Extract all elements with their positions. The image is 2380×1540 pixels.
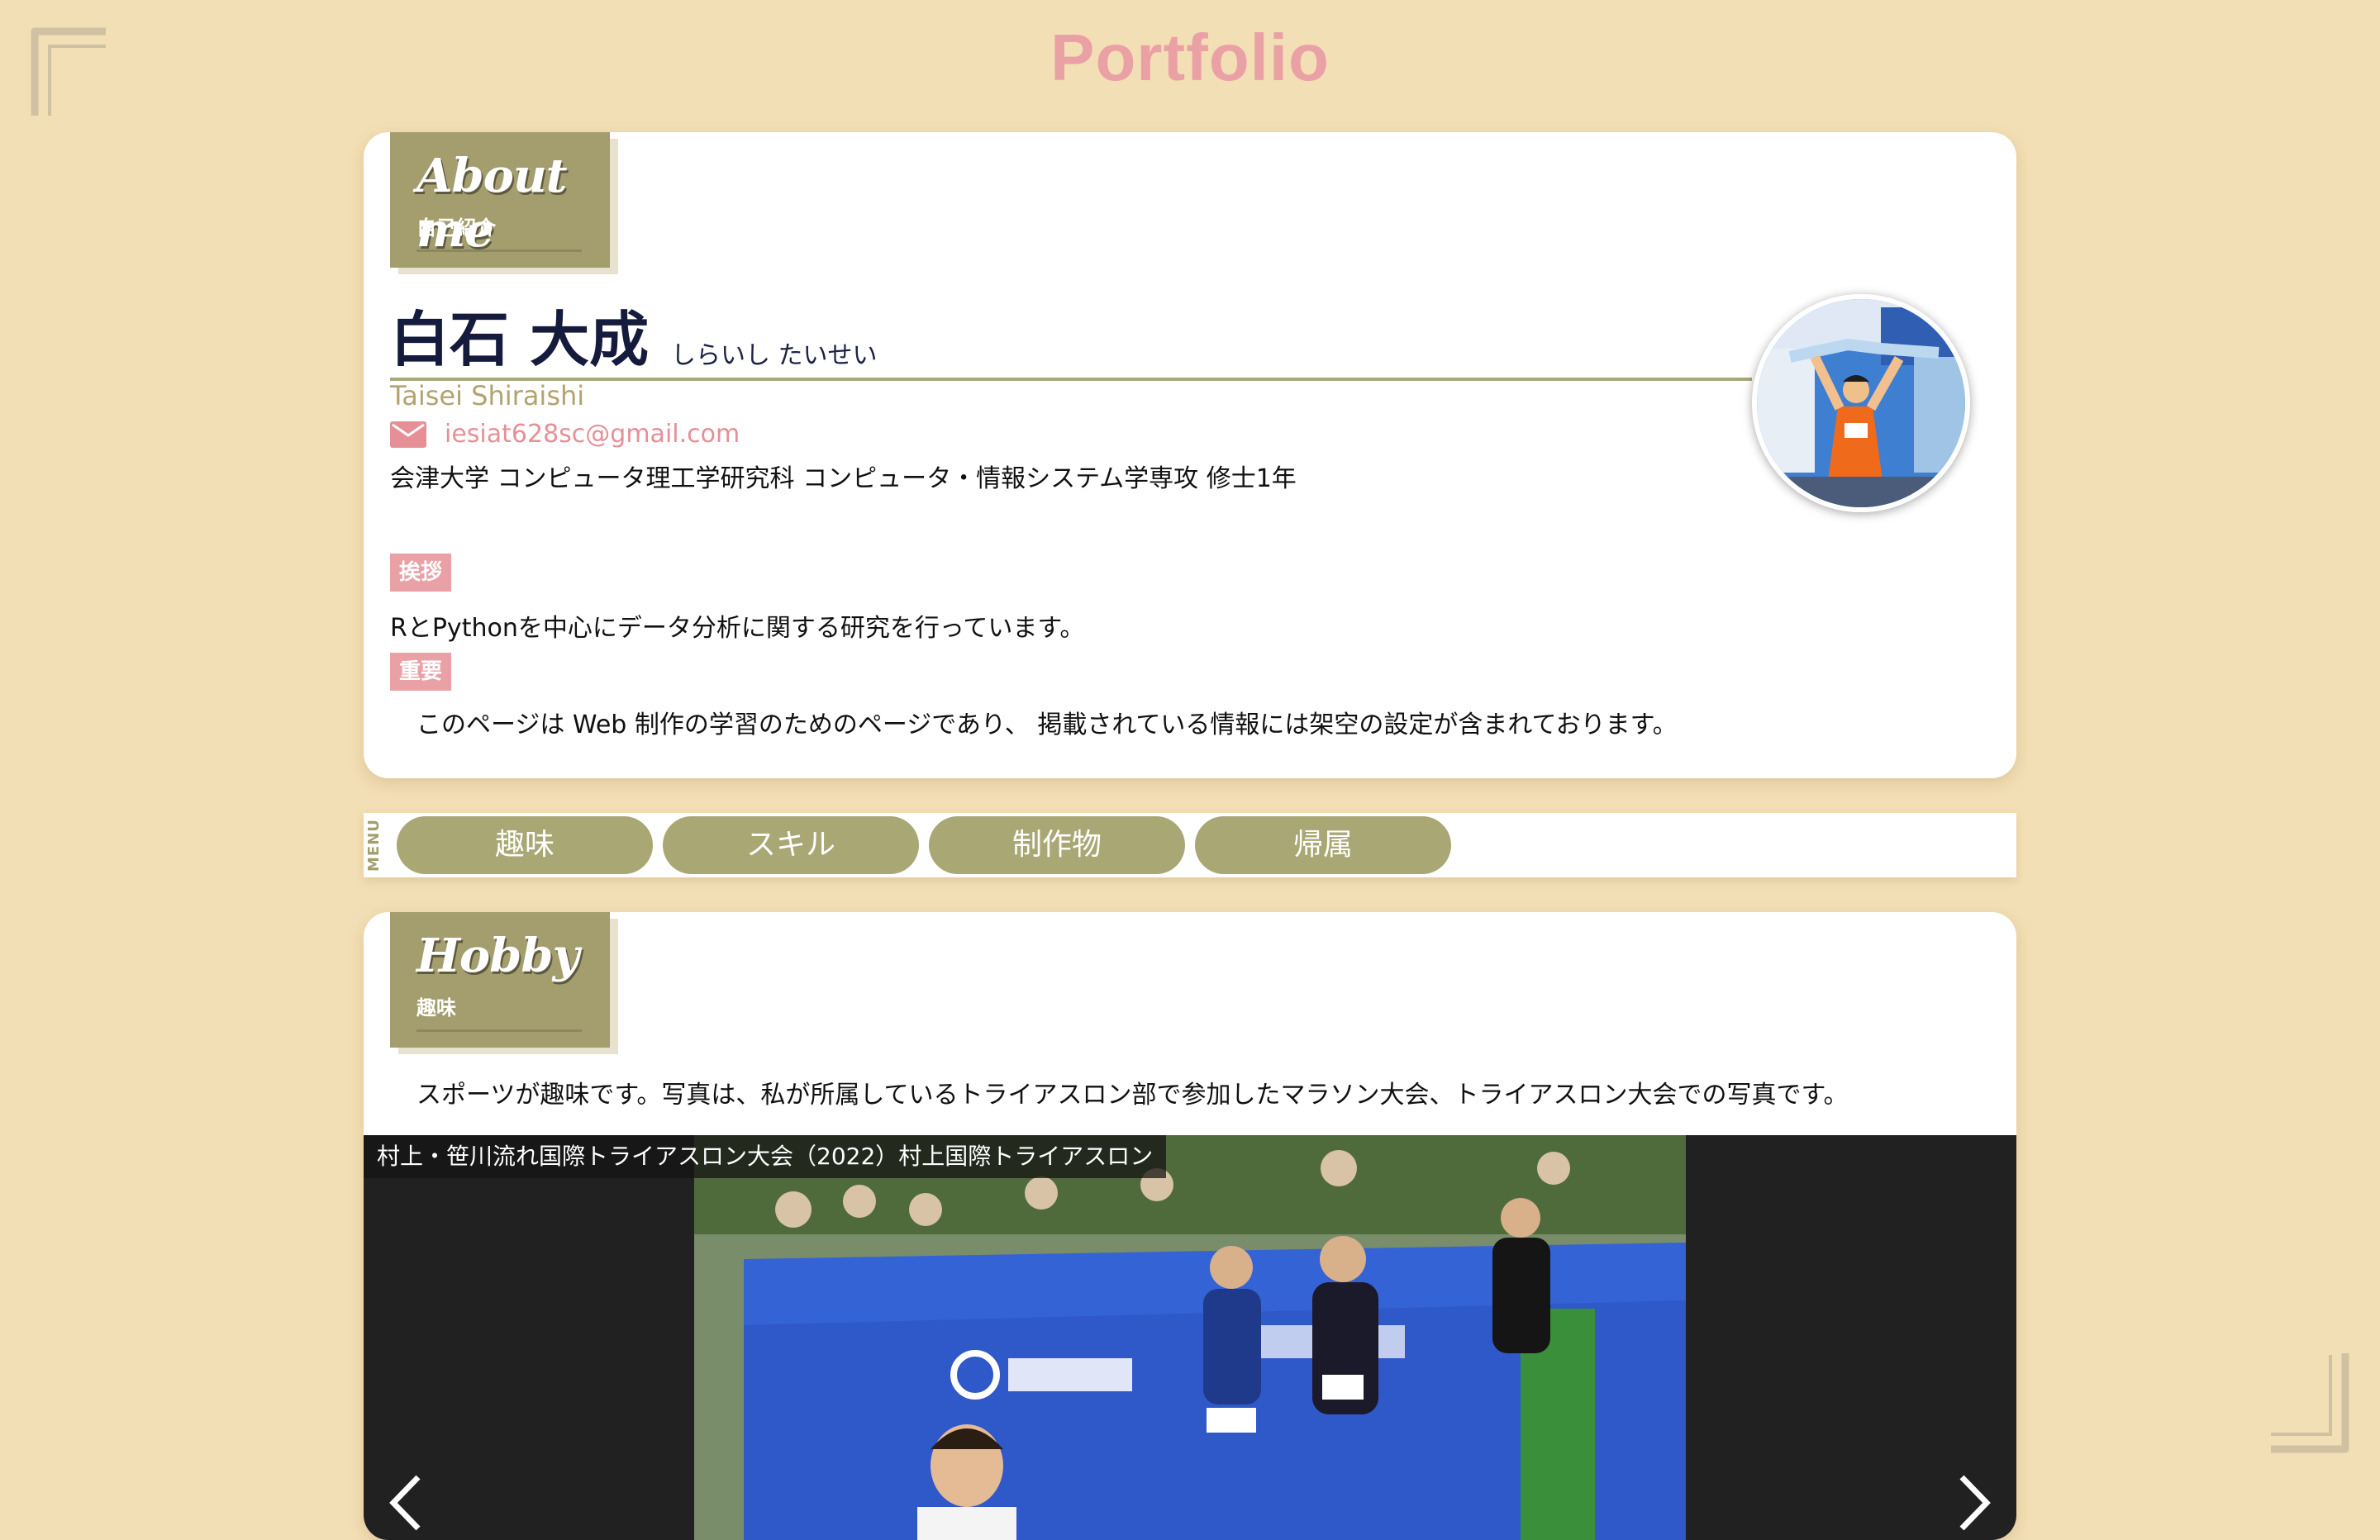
triathlon-photo	[694, 1135, 1686, 1540]
tag-divider	[416, 1029, 582, 1032]
tag-divider	[416, 250, 582, 252]
about-card: About me 自己紹介 白石 大成 しらいし たいせい Taisei Shi…	[364, 132, 2016, 778]
affiliation-text: 会津大学 コンピュータ理工学研究科 コンピュータ・情報システム学専攻 修士1年	[390, 464, 1297, 493]
hobby-card: Hobby 趣味 スポーツが趣味です。写真は、私が所属しているトライアスロン部で…	[364, 912, 2016, 1540]
hobby-section-title: Hobby	[416, 929, 579, 983]
greeting-text: RとPythonを中心にデータ分析に関する研究を行っています。	[390, 614, 1085, 643]
slide-caption: 村上・笹川流れ国際トライアスロン大会（2022）村上国際トライアスロン	[364, 1135, 1167, 1178]
email-link[interactable]: iesiat628sc@gmail.com	[445, 418, 740, 451]
menu-label: MENU	[365, 819, 383, 872]
important-note: このページは Web 制作の学習のためのページであり、 掲載されている情報には架…	[416, 711, 1678, 739]
chevron-right-icon[interactable]	[1950, 1466, 2000, 1540]
menu-item-hobby[interactable]: 趣味	[397, 816, 653, 874]
hobby-description: スポーツが趣味です。写真は、私が所属しているトライアスロン部で参加したマラソン大…	[416, 1081, 1849, 1110]
carousel-photo	[694, 1135, 1686, 1540]
profile-avatar	[1752, 294, 1970, 512]
name-heading: 白石 大成 しらいし たいせい	[390, 302, 1752, 381]
photo-carousel[interactable]: 村上・笹川流れ国際トライアスロン大会（2022）村上国際トライアスロン	[364, 1135, 2016, 1540]
avatar-photo	[1757, 299, 1965, 507]
mail-icon	[390, 421, 426, 448]
important-badge: 重要	[390, 653, 451, 691]
menu-item-works[interactable]: 制作物	[929, 816, 1185, 874]
about-section-subtitle: 自己紹介	[416, 216, 496, 240]
menu-bar: MENU 趣味 スキル 制作物 帰属	[364, 813, 2016, 877]
hobby-section-subtitle: 趣味	[416, 996, 456, 1020]
menu-item-skills[interactable]: スキル	[663, 816, 919, 874]
greeting-badge: 挨拶	[390, 554, 451, 592]
about-section-title: About me	[416, 149, 568, 258]
name-text: 白石 大成	[390, 305, 650, 374]
corner-bracket-icon	[2271, 1353, 2349, 1453]
hobby-section-tag: Hobby 趣味	[390, 912, 610, 1048]
menu-item-affiliation[interactable]: 帰属	[1195, 816, 1451, 874]
about-section-tag: About me 自己紹介	[390, 132, 610, 268]
name-kana: しらいし たいせい	[671, 341, 878, 370]
chevron-left-icon[interactable]	[380, 1466, 430, 1540]
site-title: Portfolio	[1050, 21, 1330, 94]
name-english: Taisei Shiraishi	[390, 380, 585, 411]
